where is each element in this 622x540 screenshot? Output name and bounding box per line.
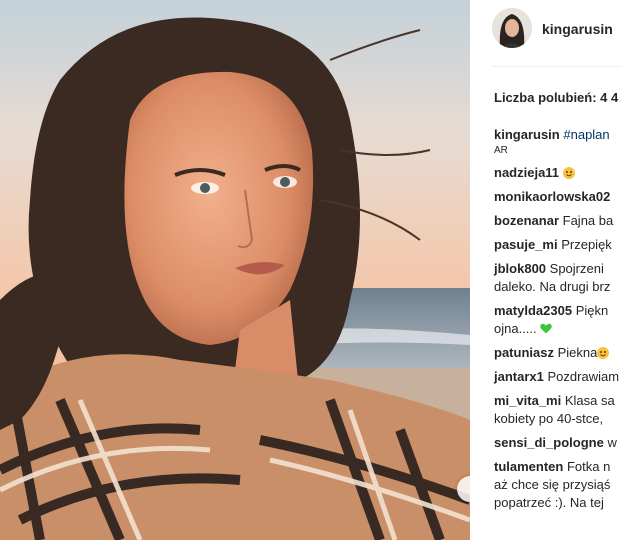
comment-username[interactable]: monikaorlowska02	[494, 189, 610, 204]
comment-text-line2: aż chce się przysiąś	[494, 477, 611, 492]
comment-username[interactable]: jantarx1	[494, 369, 544, 384]
list-item: monikaorlowska02	[494, 188, 622, 206]
comment-text-line2: daleko. Na drugi brz	[494, 279, 611, 294]
comment-username[interactable]: sensi_di_pologne	[494, 435, 604, 450]
list-item: nadzieja11	[494, 164, 622, 182]
comment-text-line3: popatrzeć :). Na tej	[494, 495, 604, 510]
comment-username[interactable]: patuniasz	[494, 345, 554, 360]
comment-username[interactable]: bozenanar	[494, 213, 559, 228]
smile-emoji-icon	[562, 167, 575, 179]
comment-text-line2: ojna.....	[494, 321, 537, 336]
green-heart-icon	[540, 323, 553, 334]
post-sidebar: kingarusin Liczba polubień: 4 4 kingarus…	[470, 0, 622, 540]
comment-text-line2: kobiety po 40-stce,	[494, 411, 604, 426]
comment-text: w	[607, 435, 617, 450]
caption: kingarusin #naplan	[494, 126, 622, 144]
comment-username[interactable]: jblok800	[494, 261, 546, 276]
caption-username[interactable]: kingarusin	[494, 127, 560, 142]
comment-text: Klasa sa	[564, 393, 615, 408]
list-item: jblok800 Spojrzeni daleko. Na drugi brz	[494, 260, 622, 296]
comment-text: Fajna ba	[562, 213, 614, 228]
comment-username[interactable]: matylda2305	[494, 303, 572, 318]
caption-extra: AR	[494, 145, 508, 156]
comment-username[interactable]: tulamenten	[494, 459, 563, 474]
comment-text: Fotka n	[566, 459, 611, 474]
list-item: patuniasz Piekna	[494, 344, 622, 362]
list-item: sensi_di_pologne w	[494, 434, 622, 452]
post-username[interactable]: kingarusin	[542, 21, 613, 37]
list-item: pasuje_mi Przepięk	[494, 236, 622, 254]
smile-emoji-icon	[597, 347, 610, 359]
comment-username[interactable]: pasuje_mi	[494, 237, 558, 252]
avatar[interactable]	[492, 8, 532, 48]
comment-text: Piekna	[557, 345, 598, 360]
comment-text: Spojrzeni	[549, 261, 604, 276]
list-item: jantarx1 Pozdrawiam	[494, 368, 622, 386]
list-item: matylda2305 Piękn ojna.....	[494, 302, 622, 338]
comment-text: Przepięk	[561, 237, 612, 252]
comment-list: kingarusin #naplan AR nadzieja11 monikao…	[494, 126, 622, 518]
list-item: mi_vita_mi Klasa sa kobiety po 40-stce,	[494, 392, 622, 428]
caption-hashtag[interactable]: #naplan	[563, 127, 609, 142]
comment-username[interactable]: mi_vita_mi	[494, 393, 561, 408]
post-header: kingarusin	[492, 8, 622, 50]
list-item: tulamenten Fotka n aż chce się przysiąś …	[494, 458, 622, 512]
likes-count: Liczba polubień: 4 4	[494, 90, 619, 105]
post-photo	[0, 0, 470, 540]
comment-text: Piękn	[575, 303, 609, 318]
comment-username[interactable]: nadzieja11	[494, 165, 559, 180]
list-item: bozenanar Fajna ba	[494, 212, 622, 230]
divider	[492, 66, 622, 67]
comment-text: Pozdrawiam	[547, 369, 620, 384]
